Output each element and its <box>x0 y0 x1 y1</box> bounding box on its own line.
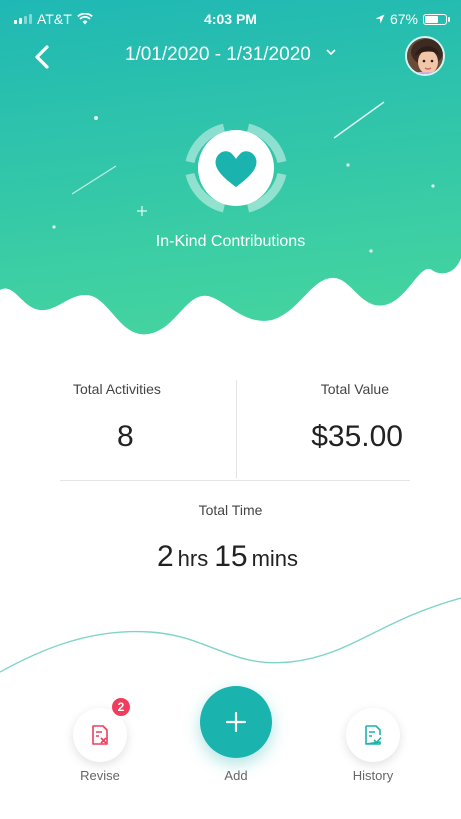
revise-badge: 2 <box>110 696 132 718</box>
total-time-label: Total Time <box>198 502 263 518</box>
location-arrow-icon <box>375 14 385 24</box>
time-minutes-unit: mins <box>251 546 299 571</box>
status-right: 67% <box>375 11 450 27</box>
time-minutes: 15 <box>214 540 248 573</box>
revise-icon <box>92 725 108 745</box>
add-label: Add <box>224 768 248 783</box>
wave-decoration <box>0 597 461 673</box>
time-hours-unit: hrs <box>177 546 209 571</box>
battery-percent: 67% <box>389 11 418 27</box>
total-activities-label: Total Activities <box>73 381 161 397</box>
stats-divider-horizontal <box>60 480 410 481</box>
total-time-value: 2 hrs 15 mins <box>0 540 461 574</box>
screen: In-Kind Contributions AT&T 4:03 PM 67% 1… <box>0 0 461 819</box>
history-label: History <box>352 768 394 783</box>
stats-divider-vertical <box>236 380 237 478</box>
history-icon <box>365 725 382 745</box>
battery-icon <box>423 13 450 25</box>
plus-icon <box>225 711 247 733</box>
page-title: In-Kind Contributions <box>155 233 306 250</box>
total-value-label: Total Value <box>320 381 389 397</box>
date-range-label: 1/01/2020 - 1/31/2020 <box>124 44 311 65</box>
heart-icon <box>185 123 287 213</box>
time-hours: 2 <box>156 540 174 573</box>
avatar[interactable] <box>405 36 445 76</box>
chevron-down-icon <box>326 49 336 56</box>
total-activities-value: 8 <box>117 420 134 453</box>
revise-label: Revise <box>80 768 120 783</box>
date-range-selector[interactable]: 1/01/2020 - 1/31/2020 <box>0 44 461 66</box>
status-bar: AT&T 4:03 PM 67% <box>0 0 461 40</box>
add-button[interactable] <box>200 686 272 758</box>
history-button[interactable] <box>346 708 400 762</box>
total-value-value: $35.00 <box>311 420 403 453</box>
